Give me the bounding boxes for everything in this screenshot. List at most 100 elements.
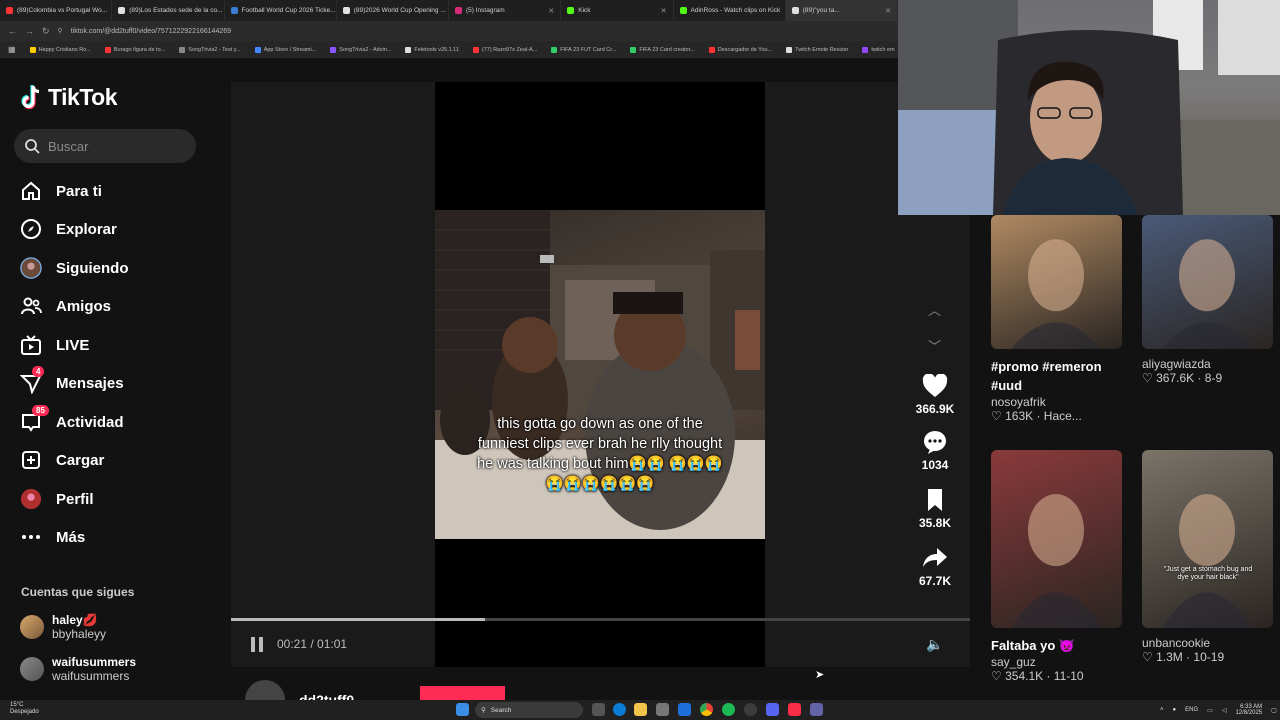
tiktok-note-icon <box>21 84 40 109</box>
task-view-icon[interactable] <box>592 703 605 716</box>
browser-tab[interactable]: Football World Cup 2026 Ticke...✕ <box>225 0 337 21</box>
following-account-item[interactable]: haley💋 bbyhaleyy <box>20 613 106 641</box>
browser-tab[interactable]: Kick ✕ <box>561 0 674 21</box>
video-thumbnail[interactable] <box>991 450 1122 628</box>
video-stat-text: 367.6K · 8-9 <box>1156 371 1223 385</box>
search-placeholder: Buscar <box>48 138 89 154</box>
language-indicator[interactable]: ENG <box>1185 707 1198 713</box>
teams-icon[interactable] <box>810 703 823 716</box>
chrome-icon[interactable] <box>700 703 713 716</box>
bookmark-label: Twitch Emote Resizer <box>795 46 849 53</box>
file-explorer-icon[interactable] <box>634 703 647 716</box>
sidebar-item-para-ti[interactable]: Para ti <box>20 176 200 206</box>
discord-icon[interactable] <box>766 703 779 716</box>
close-icon[interactable]: ✕ <box>548 7 554 15</box>
chevron-up-icon[interactable]: ˄ <box>1160 707 1164 713</box>
video-thumbnail[interactable] <box>1142 215 1273 349</box>
obs-icon[interactable] <box>744 703 757 716</box>
video-title: #promo #remeron #uud <box>991 359 1102 393</box>
bookmark-item[interactable]: App Store / Streami... <box>254 46 316 53</box>
reload-icon[interactable]: ↻ <box>42 26 50 37</box>
notifications-icon[interactable]: ▢ <box>1271 707 1277 714</box>
sidebar-item-actividad[interactable]: 85 Actividad <box>20 405 200 437</box>
bookmark-item[interactable]: Twitch Emote Resizer <box>786 46 849 53</box>
bookmark-favicon-icon <box>254 46 261 53</box>
search-input[interactable]: Buscar <box>14 129 196 163</box>
sidebar-item-cargar[interactable]: Cargar <box>20 445 200 475</box>
windows-start-icon[interactable] <box>456 703 469 716</box>
related-video-card[interactable]: "Just get a stomach bug and dye your hai… <box>1142 450 1273 664</box>
taskbar-search[interactable]: ⚲ Search <box>475 702 583 718</box>
browser-tab[interactable]: (5) Instagram ✕ <box>449 0 562 21</box>
back-icon[interactable]: ← <box>8 26 17 36</box>
live-tv-icon <box>20 334 42 356</box>
bookmark-item[interactable]: SongTrivia2 - Test y... <box>179 46 241 53</box>
bookmark-item[interactable]: Happy Cristiano Ro... <box>29 46 91 53</box>
video-thumbnail[interactable]: "Just get a stomach bug and dye your hai… <box>1142 450 1273 628</box>
follow-button[interactable] <box>420 686 505 700</box>
sidebar-item-siguiendo[interactable]: Siguiendo <box>20 253 200 283</box>
bookmark-item[interactable]: twitch em <box>862 46 895 53</box>
mail-icon[interactable] <box>678 703 691 716</box>
save-button[interactable]: 35.8K <box>908 488 962 530</box>
bookmark-item[interactable]: Burago figura de to... <box>104 46 165 53</box>
home-icon <box>20 180 42 202</box>
sidebar-item-m-s[interactable]: Más <box>20 522 200 552</box>
url-text[interactable]: tiktok.com/@dd2tuff0/video/7571222922166… <box>71 28 231 35</box>
bookmark-item[interactable]: (77) Razo97s Zeal-A... <box>472 46 537 53</box>
related-video-card[interactable]: #promo #remeron #uud nosoyafrik ♡ 163K · H… <box>991 215 1122 423</box>
browser-tab[interactable]: (89)Colombia vs Portugal Wo...✕ <box>0 0 113 21</box>
bookmark-item[interactable]: FIFA 23 FUT Card Cr... <box>551 46 616 53</box>
like-button[interactable]: 366.9K <box>908 374 962 416</box>
account-name: waifusummers <box>52 655 137 669</box>
weather-widget[interactable]: 15°C Despejado <box>10 702 39 716</box>
share-button[interactable]: 67.7K <box>908 546 962 588</box>
related-video-card[interactable]: aliyagwiazda ♡ 367.6K · 8-9 <box>1142 215 1273 385</box>
close-icon[interactable]: ✕ <box>661 7 667 15</box>
clock[interactable]: 6:33 AM 12/8/2025 <box>1235 704 1262 716</box>
browser-tab[interactable]: AdinRoss - Watch clips on Kick✕ <box>674 0 786 21</box>
profile-avatar-icon <box>20 488 42 510</box>
tab-favicon-icon <box>118 7 126 14</box>
sidebar-item-live[interactable]: LIVE <box>20 330 200 360</box>
send-icon: 4 <box>20 366 45 394</box>
pause-icon[interactable] <box>251 637 265 652</box>
video-thumbnail[interactable] <box>991 215 1122 349</box>
store-icon[interactable] <box>656 703 669 716</box>
chevron-up-icon[interactable]: ︿ <box>928 300 941 319</box>
bookmark-item[interactable]: FIFA 23 Card creator... <box>630 46 695 53</box>
close-icon[interactable]: ✕ <box>885 7 891 15</box>
browser-tab[interactable]: (89)Los Estados sede de la co...✕ <box>112 0 225 21</box>
compass-icon <box>20 218 42 240</box>
account-handle: waifusummers <box>52 669 130 683</box>
sidebar-item-explorar[interactable]: Explorar <box>20 214 200 244</box>
bookmark-item[interactable]: Descargador de You... <box>708 46 772 53</box>
bookmark-item[interactable]: SongTrivia2 - Advin... <box>330 46 391 53</box>
related-video-card[interactable]: Faltaba yo 👿 say_guz ♡ 354.1K · 11-10 <box>991 450 1122 683</box>
spotify-icon[interactable] <box>722 703 735 716</box>
volume-icon[interactable]: 🔈 <box>926 636 943 653</box>
bookmark-item[interactable]: Feletools v25.1.11 <box>405 46 459 53</box>
browser-tab[interactable]: (89)"you ta... ✕ <box>785 0 898 21</box>
tiktok-logo[interactable]: TikTok <box>20 84 118 111</box>
forward-icon[interactable]: → <box>25 26 34 36</box>
site-info-icon[interactable]: ⚲ <box>58 27 63 35</box>
volume-icon[interactable]: ◁ <box>1222 707 1227 714</box>
browser-tab[interactable]: (89)2026 World Cup Opening ...✕ <box>337 0 449 21</box>
more-dots-icon <box>20 526 42 548</box>
mic-icon[interactable]: ● <box>1173 707 1177 713</box>
address-bar[interactable]: ← → ↻ ⚲ tiktok.com/@dd2tuff0/video/75712… <box>0 21 898 41</box>
network-icon[interactable]: ▭ <box>1207 707 1213 714</box>
edge-icon[interactable] <box>613 703 626 716</box>
apps-grid-icon[interactable]: ▦ <box>8 45 16 54</box>
logo-text: TikTok <box>48 84 118 110</box>
music-icon[interactable] <box>788 703 801 716</box>
chevron-down-icon[interactable]: ﹀ <box>928 336 941 355</box>
tab-label: (89)2026 World Cup Opening ... <box>353 7 446 14</box>
sidebar-item-mensajes[interactable]: 4 Mensajes <box>20 366 200 398</box>
sidebar-item-amigos[interactable]: Amigos <box>20 291 200 321</box>
comment-button[interactable]: 1034 <box>908 430 962 472</box>
duration: 01:01 <box>317 637 348 651</box>
following-account-item[interactable]: waifusummers waifusummers <box>20 655 136 683</box>
sidebar-item-perfil[interactable]: Perfil <box>20 484 200 514</box>
